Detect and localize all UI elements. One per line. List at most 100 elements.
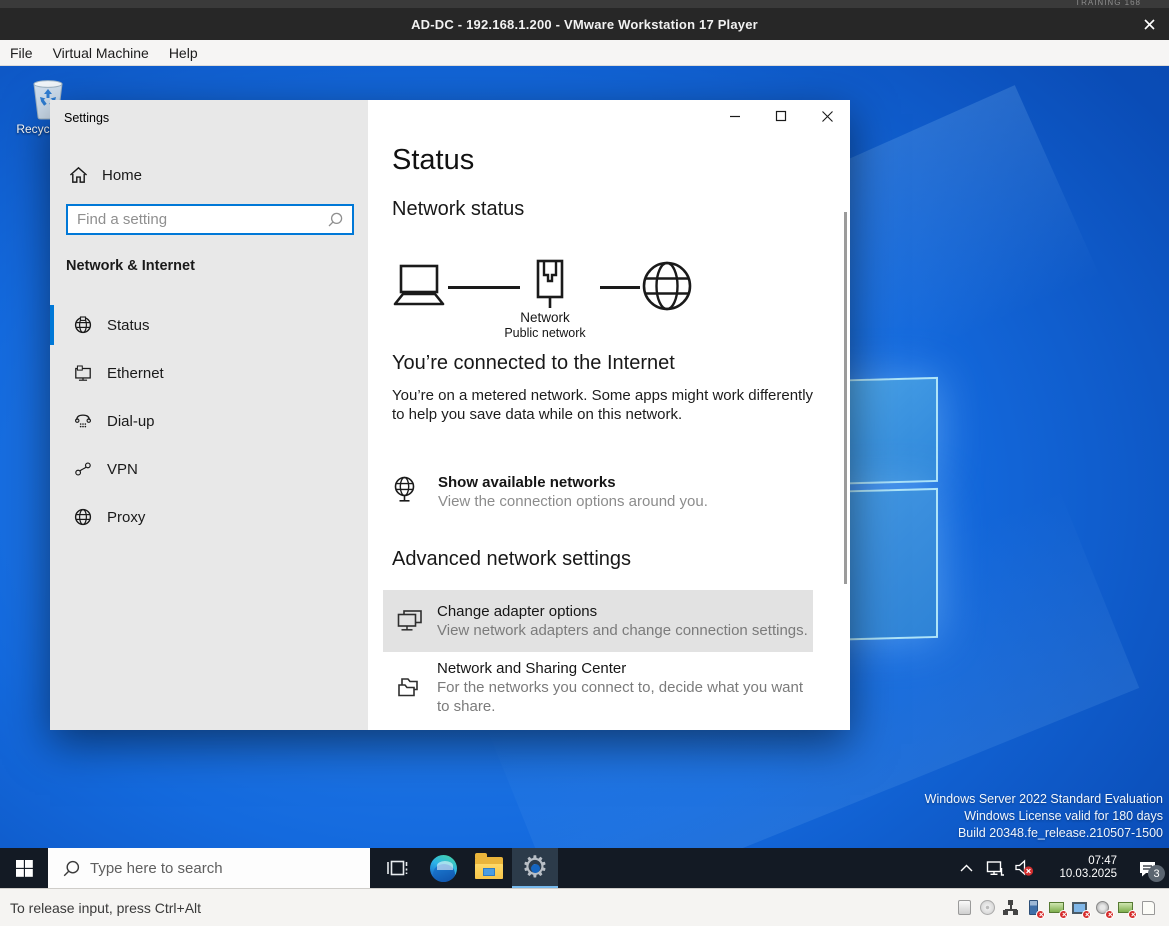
network-diagram: Network Public network — [392, 258, 822, 350]
search-icon — [63, 860, 80, 877]
ethernet-icon — [74, 364, 92, 382]
volume-muted-icon — [1014, 859, 1034, 877]
close-button[interactable] — [804, 100, 850, 132]
release-input-hint: To release input, press Ctrl+Alt — [10, 900, 201, 916]
file-explorer-icon — [475, 857, 503, 879]
settings-search-box — [66, 204, 354, 235]
vmware-close-button[interactable] — [1137, 13, 1161, 35]
minimize-button[interactable] — [712, 100, 758, 132]
page-title: Status — [392, 144, 474, 177]
maximize-button[interactable] — [758, 100, 804, 132]
taskbar-search-input[interactable] — [90, 860, 370, 877]
maximize-icon — [775, 110, 787, 122]
sidebar-item-ethernet[interactable]: Ethernet — [50, 353, 368, 393]
sharing-center-title: Network and Sharing Center — [437, 659, 813, 678]
vmware-titlebar: AD-DC - 192.168.1.200 - VMware Workstati… — [0, 8, 1169, 40]
menu-file[interactable]: File — [0, 40, 43, 65]
vmware-window-title: AD-DC - 192.168.1.200 - VMware Workstati… — [411, 17, 758, 32]
diagram-connector-line — [448, 286, 520, 289]
wireless-device-icon[interactable] — [1094, 899, 1111, 916]
adapter-options-title: Change adapter options — [437, 602, 808, 621]
adapter-options-icon — [396, 609, 423, 634]
task-view-button[interactable] — [374, 848, 420, 888]
search-icon — [328, 212, 343, 227]
show-available-networks-link[interactable]: Show available networks View the connect… — [392, 473, 812, 511]
sidebar-item-vpn[interactable]: VPN — [50, 449, 368, 489]
disconnected-badge — [1036, 910, 1045, 919]
show-networks-subtitle: View the connection options around you. — [438, 492, 708, 511]
host-screen-edge: TRAINING 168 — [0, 0, 1169, 8]
taskbar-clock[interactable]: 07:47 10.03.2025 — [1045, 855, 1117, 881]
edge-icon — [430, 855, 457, 882]
sidebar-section-title: Network & Internet — [66, 258, 195, 274]
disconnected-badge — [1105, 910, 1114, 919]
change-adapter-options-link[interactable]: Change adapter options View network adap… — [383, 590, 813, 652]
tray-expand-button[interactable] — [951, 848, 981, 888]
status-globe-icon — [74, 316, 92, 334]
windows-logo-icon — [16, 860, 33, 877]
settings-app-button[interactable]: ⚙ — [512, 848, 558, 888]
close-icon — [1144, 19, 1155, 30]
network-status-icon — [986, 860, 1005, 877]
close-icon — [821, 110, 834, 123]
clock-date: 10.03.2025 — [1045, 868, 1117, 881]
vpn-icon — [74, 460, 92, 478]
usb-controller-icon[interactable] — [1025, 899, 1042, 916]
menu-virtual-machine[interactable]: Virtual Machine — [43, 40, 159, 65]
vmware-menubar: File Virtual Machine Help — [0, 40, 1169, 66]
sharing-center-subtitle: For the networks you connect to, decide … — [437, 678, 813, 716]
file-explorer-button[interactable] — [466, 848, 512, 888]
edge-browser-button[interactable] — [420, 848, 466, 888]
sharing-center-icon — [396, 675, 423, 700]
network-name-label: Network — [465, 310, 625, 326]
home-icon — [69, 166, 88, 184]
network-type-label: Public network — [465, 326, 625, 340]
start-button[interactable] — [0, 848, 48, 888]
sidebar-item-home[interactable]: Home — [50, 158, 368, 192]
notification-badge: 3 — [1148, 865, 1165, 882]
license-line-3: Build 20348.fe_release.210507-1500 — [925, 825, 1163, 842]
settings-window: Settings Home Network & Internet — [50, 100, 850, 730]
sidebar-nav: Status Ethernet — [50, 305, 368, 545]
disconnected-badge — [1128, 910, 1137, 919]
metered-network-text: You’re on a metered network. Some apps m… — [392, 386, 816, 424]
license-line-2: Windows License valid for 180 days — [925, 808, 1163, 825]
network-sharing-center-link[interactable]: Network and Sharing Center For the netwo… — [383, 656, 813, 718]
window-controls — [712, 100, 850, 132]
adapter-options-subtitle: View network adapters and change connect… — [437, 621, 808, 640]
network-adapter-icon[interactable] — [1002, 899, 1019, 916]
settings-window-title: Settings — [64, 111, 109, 125]
message-log-icon[interactable] — [1140, 899, 1157, 916]
sidebar-vpn-label: VPN — [107, 461, 138, 478]
clock-time: 07:47 — [1045, 855, 1117, 868]
available-networks-icon — [392, 476, 417, 503]
taskbar: ⚙ — [0, 848, 1169, 888]
minimize-icon — [729, 110, 741, 122]
hard-disk-icon[interactable] — [956, 899, 973, 916]
sidebar-item-dialup[interactable]: Dial-up — [50, 401, 368, 441]
tray-network-button[interactable] — [981, 848, 1009, 888]
disconnected-badge — [1082, 910, 1091, 919]
settings-search-input[interactable] — [68, 211, 328, 228]
laptop-icon — [392, 264, 446, 308]
sidebar-home-label: Home — [102, 167, 142, 184]
sidebar-item-proxy[interactable]: Proxy — [50, 497, 368, 537]
scrollbar[interactable] — [844, 212, 847, 584]
settings-sidebar: Settings Home Network & Internet — [50, 100, 368, 730]
menu-help[interactable]: Help — [159, 40, 208, 65]
sidebar-ethernet-label: Ethernet — [107, 365, 164, 382]
display-icon[interactable] — [1071, 899, 1088, 916]
dialup-icon — [74, 412, 92, 430]
connected-heading: You’re connected to the Internet — [392, 352, 675, 375]
sound-card-icon[interactable] — [1048, 899, 1065, 916]
task-view-icon — [386, 858, 408, 878]
tray-volume-button[interactable] — [1009, 848, 1039, 888]
system-tray: 07:47 10.03.2025 3 — [951, 848, 1169, 888]
host-edge-text: TRAINING 168 — [1075, 0, 1141, 7]
action-center-button[interactable]: 3 — [1125, 848, 1169, 888]
sidebar-item-status[interactable]: Status — [50, 305, 368, 345]
serial-device-icon[interactable] — [1117, 899, 1134, 916]
settings-gear-icon: ⚙ — [520, 853, 550, 883]
cd-rom-icon[interactable] — [979, 899, 996, 916]
sidebar-dialup-label: Dial-up — [107, 413, 155, 430]
